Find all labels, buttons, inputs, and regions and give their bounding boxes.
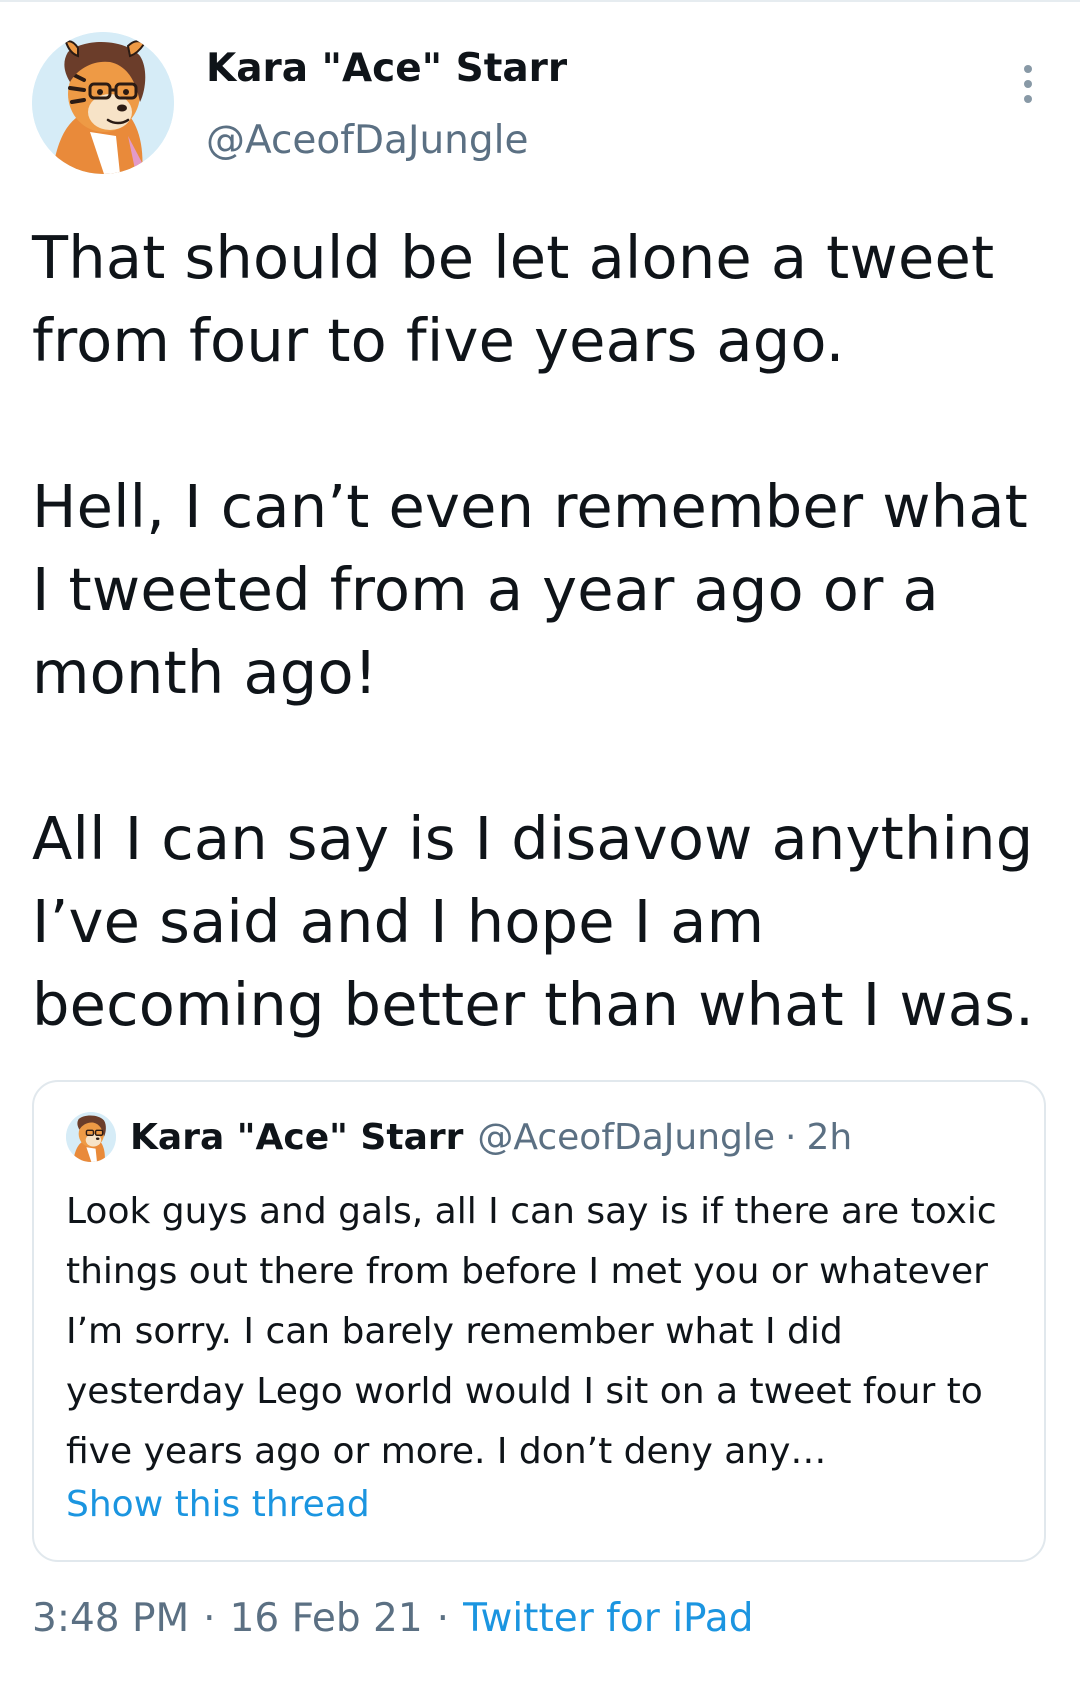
show-thread-link[interactable]: Show this thread [66,1484,370,1525]
quoted-author-handle: @AceofDaJungle [477,1116,776,1158]
tweet-paragraph: Hell, I can’t even remember what I tweet… [32,472,1029,707]
ellipsis-dot [1024,80,1032,88]
tiger-character-avatar-icon [66,1112,116,1162]
vertical-ellipsis-icon[interactable] [1008,54,1048,114]
ellipsis-dot [1024,95,1032,103]
author-avatar[interactable] [32,32,174,174]
tiger-character-avatar-icon [32,32,174,174]
author-handle[interactable]: @AceofDaJungle [206,118,528,163]
tweet-paragraph: That should be let alone a tweet from fo… [32,223,995,375]
quoted-tweet-time: 2h [806,1116,853,1158]
tweet-text: That should be let alone a tweet from fo… [32,216,1052,1046]
quoted-tweet-text: Look guys and gals, all I can say is if … [66,1191,997,1472]
tweet-date[interactable]: 16 Feb 21 [230,1596,423,1641]
quoted-tweet-header: Kara "Ace" Starr @AceofDaJungle · 2h [66,1110,852,1164]
separator-dot: · [436,1596,450,1641]
separator-dot: · [785,1116,797,1158]
quoted-author-name: Kara "Ace" Starr [130,1116,464,1158]
quoted-tweet-card[interactable]: Kara "Ace" Starr @AceofDaJungle · 2h Loo… [32,1080,1046,1562]
separator-dot: · [203,1596,216,1641]
author-name[interactable]: Kara "Ace" Starr [206,46,567,91]
top-divider [0,0,1080,2]
tweet-header: Kara "Ace" Starr @AceofDaJungle [32,32,1048,182]
quoted-author-avatar [66,1112,116,1162]
tweet-time[interactable]: 3:48 PM [32,1596,189,1641]
ellipsis-dot [1024,65,1032,73]
tweet-metadata: 3:48 PM · 16 Feb 21 · Twitter for iPad [32,1596,753,1641]
tweet-paragraph: All I can say is I disavow anything I’ve… [32,804,1035,1039]
tweet-source-link[interactable]: Twitter for iPad [463,1596,753,1641]
